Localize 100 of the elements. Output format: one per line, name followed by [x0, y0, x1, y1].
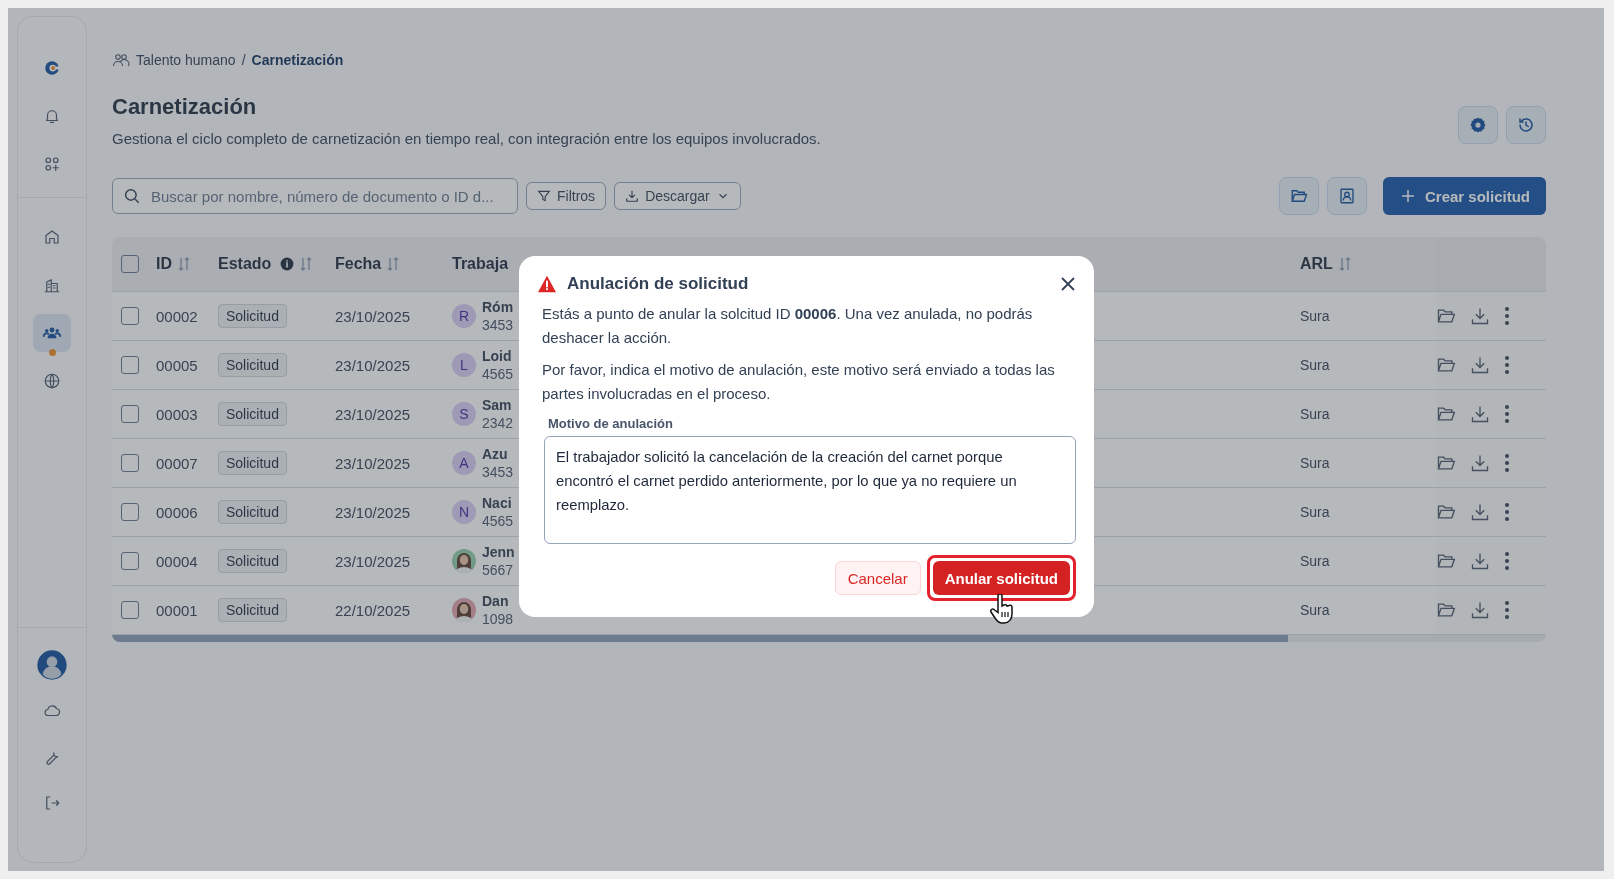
table-cell: 00001	[156, 601, 198, 619]
warning-icon	[537, 275, 557, 293]
column-header[interactable]: ARL	[1300, 255, 1333, 273]
worker-name: Jenn	[482, 543, 515, 561]
select-all-checkbox[interactable]	[121, 255, 139, 273]
status-badge: Solicitud	[218, 549, 287, 573]
horizontal-scrollbar[interactable]	[112, 635, 1546, 642]
dialog-title: Anulación de solicitud	[567, 274, 750, 294]
table-cell: 00005	[156, 356, 198, 374]
table-cell: 23/10/2025	[335, 405, 411, 423]
column-header[interactable]: Trabaja	[452, 255, 509, 273]
status-badge: Solicitud	[218, 304, 287, 328]
download-icon[interactable]	[1470, 600, 1490, 620]
page-description: Gestiona el ciclo completo de carnetización en tiempo real, con integración entre los equipos involucrados.	[112, 130, 821, 147]
table-cell: Sura	[1300, 308, 1330, 324]
table-cell: Sura	[1300, 504, 1330, 520]
download-button[interactable]: Descargar	[614, 182, 741, 210]
info-icon	[280, 257, 295, 271]
row-checkbox[interactable]	[121, 454, 139, 472]
breadcrumb-link[interactable]: Talento humano	[136, 52, 236, 68]
table-cell: 00004	[156, 552, 198, 570]
worker-name: Naci	[482, 494, 513, 512]
avatar: A	[452, 451, 476, 475]
worker-document: 4565	[482, 512, 514, 530]
reason-field[interactable]: El trabajador solicitó la cancelación de la creación del carnet porque encontró el carnet perdido anteriormente, por lo que ya no requiere un reemplazo.	[544, 436, 1076, 544]
breadcrumb-separator: /	[241, 52, 246, 68]
table-cell: 00003	[156, 405, 198, 423]
close-button[interactable]	[1060, 276, 1076, 292]
column-header[interactable]: Estado	[218, 255, 295, 273]
worker-name: Róm	[482, 298, 514, 316]
table-cell: 23/10/2025	[335, 356, 411, 374]
avatar: S	[452, 402, 476, 426]
status-badge: Solicitud	[218, 451, 287, 475]
table-cell: 23/10/2025	[335, 454, 411, 472]
contact-card-icon	[1337, 187, 1356, 205]
status-badge: Solicitud	[218, 402, 287, 426]
table-cell: 23/10/2025	[335, 307, 411, 325]
table-cell: Sura	[1300, 553, 1330, 569]
status-badge: Solicitud	[218, 500, 287, 524]
worker-document: 2342	[482, 414, 514, 432]
table-cell: 22/10/2025	[335, 601, 411, 619]
folder-button[interactable]	[1278, 177, 1319, 215]
table-cell: 00002	[156, 307, 198, 325]
field-label: Motivo de anulación	[548, 416, 674, 431]
dialog-message: Por favor, indica el motivo de anulación, este motivo será enviado a todas las partes involucradas en el proceso.	[542, 360, 1056, 404]
download-icon[interactable]	[1470, 502, 1490, 522]
settings-button[interactable]	[1458, 106, 1498, 144]
worker-document: 5667	[482, 561, 515, 579]
search-input[interactable]: Buscar por nombre, número de documento o ID d...	[149, 186, 507, 206]
more-options-icon[interactable]	[1504, 453, 1510, 473]
contact-card-button[interactable]	[1326, 177, 1367, 215]
worker-name: Azu	[482, 445, 509, 463]
cancel-button[interactable]: Cancelar	[834, 561, 921, 595]
table-cell: Sura	[1300, 357, 1330, 373]
download-icon	[625, 189, 640, 203]
more-options-icon[interactable]	[1504, 502, 1510, 522]
row-checkbox[interactable]	[121, 405, 139, 423]
create-request-button[interactable]: Crear solicitud	[1382, 177, 1546, 215]
more-options-icon[interactable]	[1504, 551, 1510, 571]
column-header[interactable]: Fecha	[335, 255, 382, 273]
avatar: L	[452, 353, 476, 377]
filter-icon	[537, 189, 551, 203]
row-checkbox[interactable]	[121, 552, 139, 570]
people-icon	[112, 52, 130, 68]
table-cell: 23/10/2025	[335, 503, 411, 521]
table-cell: 23/10/2025	[335, 552, 411, 570]
download-icon[interactable]	[1470, 453, 1490, 473]
more-options-icon[interactable]	[1504, 306, 1510, 326]
folder-icon	[1289, 187, 1308, 205]
download-icon[interactable]	[1470, 551, 1490, 571]
table-cell: Sura	[1300, 406, 1330, 422]
breadcrumb-link[interactable]: Carnetización	[251, 52, 344, 68]
filters-button[interactable]: Filtros	[526, 182, 607, 210]
download-icon[interactable]	[1470, 404, 1490, 424]
row-checkbox[interactable]	[121, 601, 139, 619]
row-checkbox[interactable]	[121, 503, 139, 521]
download-icon[interactable]	[1470, 355, 1490, 375]
download-icon[interactable]	[1470, 306, 1490, 326]
history-button[interactable]	[1506, 106, 1546, 144]
table-cell: Sura	[1300, 455, 1330, 471]
worker-document: 1098	[482, 610, 514, 628]
table-cell: 00007	[156, 454, 198, 472]
page-title: Carnetización	[112, 94, 258, 120]
avatar: R	[452, 304, 476, 328]
worker-name: Loid	[482, 347, 513, 365]
column-header[interactable]: ID	[156, 255, 172, 273]
worker-document: 4565	[482, 365, 514, 383]
row-checkbox[interactable]	[121, 307, 139, 325]
confirm-cancel-button[interactable]: Anular solicitud	[932, 561, 1070, 595]
more-options-icon[interactable]	[1504, 404, 1510, 424]
row-checkbox[interactable]	[121, 356, 139, 374]
table-cell: 00006	[156, 503, 198, 521]
worker-name: Dan	[482, 592, 510, 610]
more-options-icon[interactable]	[1504, 600, 1510, 620]
gear-icon	[1469, 116, 1487, 134]
search-field[interactable]: Buscar por nombre, número de documento o ID d...	[112, 178, 518, 214]
dialog-message: Estás a punto de anular la solcitud ID 00006. Una vez anulada, no podrás deshacer la acción.	[542, 304, 1034, 348]
search-icon	[123, 187, 141, 205]
more-options-icon[interactable]	[1504, 355, 1510, 375]
history-icon	[1517, 116, 1535, 134]
